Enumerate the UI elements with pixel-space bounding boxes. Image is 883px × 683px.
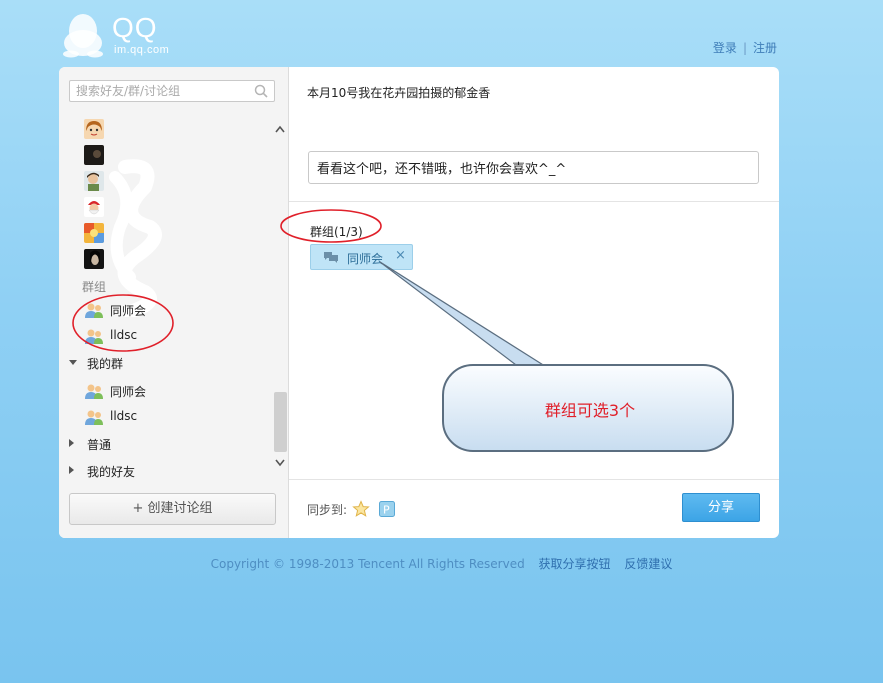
group-icon [85,384,103,399]
avatar-dark-portrait-icon [84,249,104,269]
callout-text: 群组可选3个 [544,401,636,420]
category-normal[interactable]: 普通 [59,432,273,456]
contact-list: 群组 同师会 lldsc 我的群 同师会 lldsc 普通 我的好友 [59,107,273,479]
list-item[interactable] [59,246,273,272]
collapsed-arrow-icon [69,439,74,447]
search-icon[interactable] [254,84,268,98]
category-label: 普通 [87,438,112,452]
avatar-cartoon-girl-icon [84,119,104,139]
groups-section-label: 群组 [82,280,107,294]
logo-subtitle: im.qq.com [114,44,170,56]
message-input[interactable]: 看看这个吧，还不错哦，也许你会喜欢^_^ [308,151,759,184]
list-item[interactable] [59,116,273,142]
scrollbar-thumb[interactable] [274,392,287,452]
list-item[interactable] [59,220,273,246]
account-links: 登录 | 注册 [713,39,777,56]
avatar-santa-icon [84,197,104,217]
group-icon [85,410,103,425]
divider [289,201,779,202]
svg-text:P: P [383,504,390,517]
group-name: 同师会 [110,304,147,318]
expanded-arrow-icon [69,360,77,365]
chat-bubbles-icon [324,252,338,263]
category-my-groups[interactable]: 我的群 [59,351,273,375]
share-panel: 群组 同师会 lldsc [59,67,779,538]
share-title: 本月10号我在花卉园拍摄的郁金香 [307,86,491,100]
feedback-link[interactable]: 反馈建议 [624,557,672,571]
list-item[interactable] [59,168,273,194]
login-link[interactable]: 登录 [713,41,737,55]
group-item[interactable]: 同师会 [59,297,273,323]
group-name: lldsc [110,409,138,423]
collapsed-arrow-icon [69,466,74,474]
chevron-up-icon[interactable] [275,125,285,133]
list-item[interactable] [59,142,273,168]
share-button[interactable]: 分享 [682,493,760,522]
category-label: 我的群 [87,357,124,371]
group-item[interactable]: lldsc [59,323,273,349]
register-link[interactable]: 注册 [753,41,777,55]
qq-logo: QQ im.qq.com [62,10,202,60]
star-icon[interactable] [352,500,370,518]
selected-group-name: 同师会 [347,252,384,266]
group-name: lldsc [110,328,138,342]
create-discussion-button[interactable]: + 创建讨论组 [69,493,276,525]
share-content: 本月10号我在花卉园拍摄的郁金香 看看这个吧，还不错哦，也许你会喜欢^_^ 群组… [289,67,779,538]
category-my-friends[interactable]: 我的好友 [59,459,273,479]
footer: Copyright © 1998-2013 Tencent All Rights… [0,555,883,572]
redaction-scribble [109,159,162,317]
get-share-button-link[interactable]: 获取分享按钮 [539,557,611,571]
close-icon[interactable]: × [395,248,406,263]
qq-penguin-icon [63,14,103,58]
group-icon [85,303,103,318]
sync-label: 同步到: [307,503,348,517]
contact-sidebar: 群组 同师会 lldsc [59,67,289,538]
group-item[interactable]: 同师会 [59,378,273,404]
copyright-text: Copyright © 1998-2013 Tencent All Rights… [210,557,525,571]
list-item[interactable] [59,194,273,220]
group-name: 同师会 [110,385,147,399]
logo-text: QQ [112,12,158,43]
avatar-dark-photo-icon [84,145,104,165]
group-icon [85,329,103,344]
chevron-down-icon[interactable] [275,459,285,467]
contact-list-scrollbar[interactable] [273,119,288,474]
group-item[interactable]: lldsc [59,404,273,430]
category-label: 我的好友 [87,465,136,479]
search-input[interactable] [70,81,256,101]
avatar-boy-photo-icon [84,171,104,191]
divider [289,479,779,480]
group-count-label: 群组(1/3) [310,225,363,239]
selected-group-tag: 同师会 × [310,244,413,270]
link-separator: | [742,41,747,55]
qzone-icon[interactable]: P [379,501,395,517]
search-box [69,80,275,102]
avatar-colorful-icon [84,223,104,243]
